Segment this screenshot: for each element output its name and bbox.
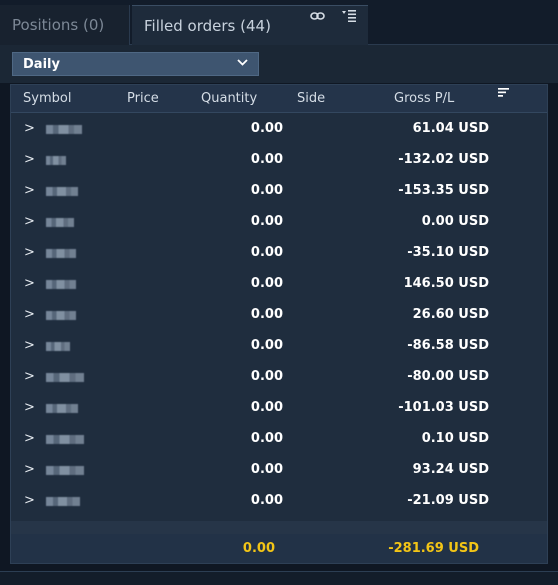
table-row[interactable]: > 0.00 146.50 USD xyxy=(11,269,547,300)
row-quantity: 0.00 xyxy=(250,276,283,291)
filled-orders-table: Symbol Price Quantity Side Gross P/L > 0… xyxy=(10,84,548,564)
expand-row-icon[interactable]: > xyxy=(24,338,35,353)
row-quantity: 0.00 xyxy=(250,152,283,167)
table-row[interactable]: > 0.00 26.60 USD xyxy=(11,300,547,331)
bottom-tab-partial[interactable] xyxy=(0,571,172,585)
tab-bar: Positions (0) Filled orders (44) xyxy=(0,0,558,45)
redacted-symbol xyxy=(46,497,80,506)
row-quantity: 0.00 xyxy=(250,462,283,477)
expand-row-icon[interactable]: > xyxy=(24,276,35,291)
tab-filled-orders-label: Filled orders (44) xyxy=(144,16,271,35)
row-quantity: 0.00 xyxy=(250,400,283,415)
row-gross-pl: -132.02 USD xyxy=(398,152,489,167)
row-gross-pl: 61.04 USD xyxy=(412,121,489,136)
table-row[interactable]: > 0.00 61.04 USD xyxy=(11,114,547,145)
row-gross-pl: -153.35 USD xyxy=(398,183,489,198)
table-row[interactable]: > 0.00 -21.09 USD xyxy=(11,486,547,517)
tab-positions[interactable]: Positions (0) xyxy=(0,5,130,45)
table-row[interactable]: > 0.00 93.24 USD xyxy=(11,455,547,486)
table-row[interactable]: > 0.00 -101.03 USD xyxy=(11,393,547,424)
redacted-symbol xyxy=(46,435,84,444)
redacted-symbol xyxy=(46,311,76,320)
expand-row-icon[interactable]: > xyxy=(24,462,35,477)
row-quantity: 0.00 xyxy=(250,307,283,322)
expand-row-icon[interactable]: > xyxy=(24,307,35,322)
menu-icon[interactable] xyxy=(342,10,356,26)
redacted-symbol xyxy=(46,156,66,165)
tab-filled-orders[interactable]: Filled orders (44) xyxy=(132,5,368,45)
totals-row: 0.00 -281.69 USD xyxy=(11,534,547,563)
table-row[interactable]: > 0.00 0.10 USD xyxy=(11,424,547,455)
row-gross-pl: 26.60 USD xyxy=(412,307,489,322)
row-quantity: 0.00 xyxy=(250,183,283,198)
table-row[interactable]: > 0.00 -132.02 USD xyxy=(11,145,547,176)
table-body: > 0.00 61.04 USD > 0.00 -132.02 USD > 0.… xyxy=(11,114,547,517)
sort-icon[interactable] xyxy=(498,88,510,102)
column-header-symbol[interactable]: Symbol xyxy=(23,91,71,106)
row-quantity: 0.00 xyxy=(250,431,283,446)
column-header-side[interactable]: Side xyxy=(297,91,325,106)
row-quantity: 0.00 xyxy=(250,214,283,229)
row-gross-pl: 0.00 USD xyxy=(421,214,489,229)
row-quantity: 0.00 xyxy=(250,121,283,136)
row-gross-pl: 93.24 USD xyxy=(412,462,489,477)
period-dropdown[interactable]: Daily xyxy=(12,52,259,76)
expand-row-icon[interactable]: > xyxy=(24,152,35,167)
total-gross-pl: -281.69 USD xyxy=(388,541,479,556)
redacted-symbol xyxy=(46,187,78,196)
row-gross-pl: 146.50 USD xyxy=(403,276,489,291)
row-quantity: 0.00 xyxy=(250,338,283,353)
column-header-quantity[interactable]: Quantity xyxy=(201,91,257,106)
total-quantity: 0.00 xyxy=(242,541,275,556)
column-header-price[interactable]: Price xyxy=(127,91,159,106)
redacted-symbol xyxy=(46,280,76,289)
expand-row-icon[interactable]: > xyxy=(24,493,35,508)
row-gross-pl: -21.09 USD xyxy=(407,493,489,508)
expand-row-icon[interactable]: > xyxy=(24,245,35,260)
table-row[interactable]: > 0.00 -80.00 USD xyxy=(11,362,547,393)
expand-row-icon[interactable]: > xyxy=(24,369,35,384)
expand-row-icon[interactable]: > xyxy=(24,400,35,415)
redacted-symbol xyxy=(46,342,70,351)
row-quantity: 0.00 xyxy=(250,369,283,384)
table-row[interactable]: > 0.00 -86.58 USD xyxy=(11,331,547,362)
table-row[interactable]: > 0.00 -35.10 USD xyxy=(11,238,547,269)
table-header: Symbol Price Quantity Side Gross P/L xyxy=(11,85,547,113)
table-row[interactable]: > 0.00 -153.35 USD xyxy=(11,176,547,207)
tab-positions-label: Positions (0) xyxy=(12,16,105,34)
period-dropdown-value: Daily xyxy=(23,56,60,72)
expand-row-icon[interactable]: > xyxy=(24,214,35,229)
row-gross-pl: 0.10 USD xyxy=(421,431,489,446)
chevron-down-icon xyxy=(237,55,248,73)
row-gross-pl: -86.58 USD xyxy=(407,338,489,353)
link-icon[interactable] xyxy=(310,10,325,25)
row-quantity: 0.00 xyxy=(250,245,283,260)
expand-row-icon[interactable]: > xyxy=(24,183,35,198)
expand-row-icon[interactable]: > xyxy=(24,431,35,446)
expand-row-icon[interactable]: > xyxy=(24,121,35,136)
bottom-tab-partial-2[interactable] xyxy=(180,571,330,585)
row-quantity: 0.00 xyxy=(250,493,283,508)
redacted-symbol xyxy=(46,404,78,413)
table-separator xyxy=(11,521,547,534)
row-gross-pl: -80.00 USD xyxy=(407,369,489,384)
row-gross-pl: -101.03 USD xyxy=(398,400,489,415)
redacted-symbol xyxy=(46,218,74,227)
redacted-symbol xyxy=(46,125,82,134)
column-header-gross-pl[interactable]: Gross P/L xyxy=(394,91,454,106)
redacted-symbol xyxy=(46,249,76,258)
redacted-symbol xyxy=(46,466,84,475)
row-gross-pl: -35.10 USD xyxy=(407,245,489,260)
redacted-symbol xyxy=(46,373,84,382)
table-row[interactable]: > 0.00 0.00 USD xyxy=(11,207,547,238)
